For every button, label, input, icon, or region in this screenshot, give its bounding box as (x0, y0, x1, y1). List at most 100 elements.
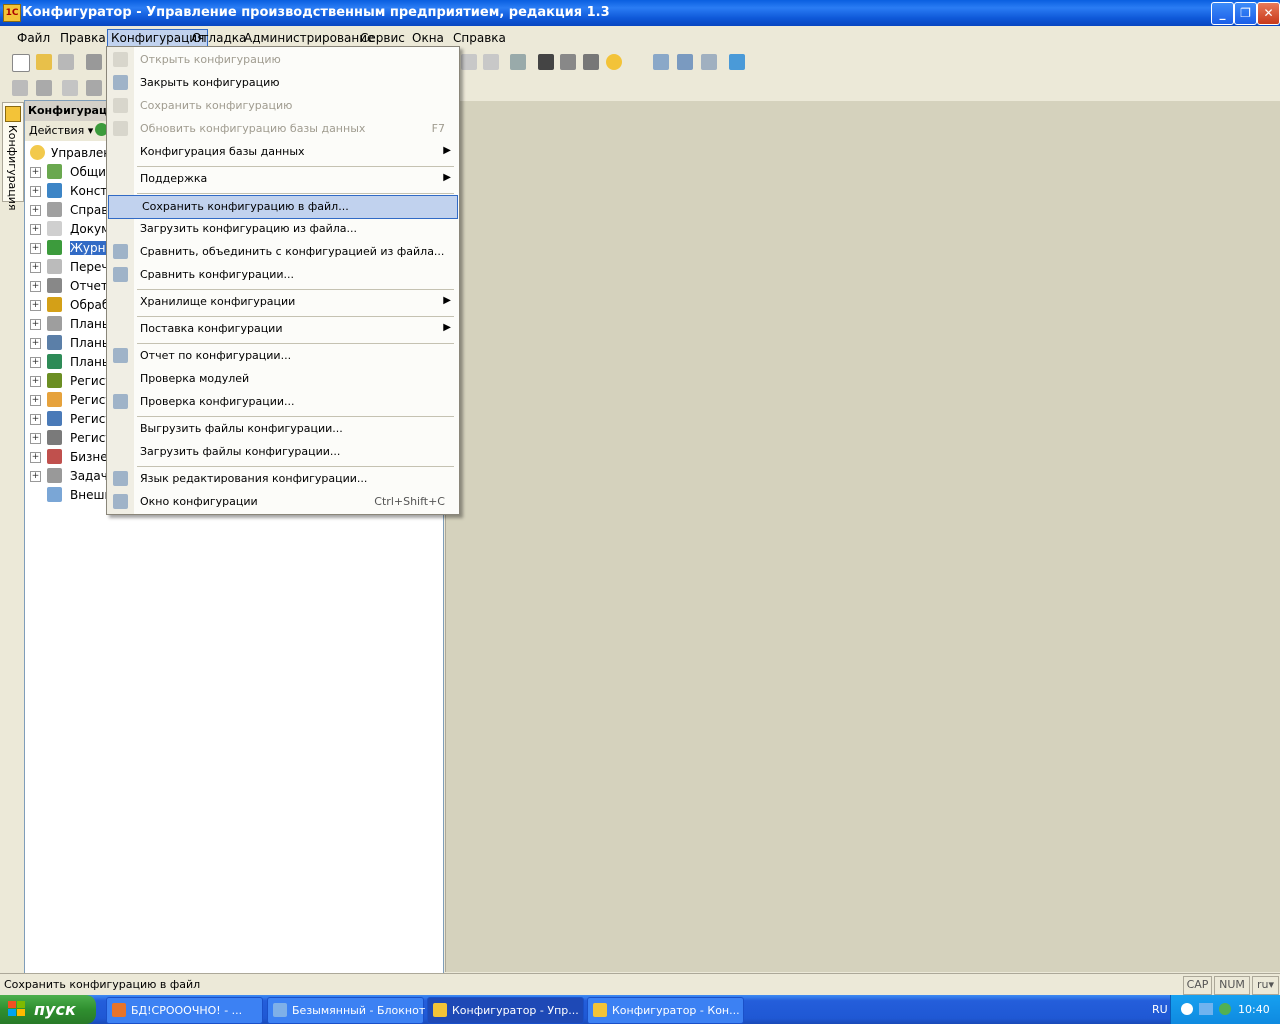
tree-node-icon (47, 335, 62, 350)
menu-option[interactable]: Закрыть конфигурацию (107, 72, 459, 94)
menu-option[interactable]: Хранилище конфигурации ▶ (107, 291, 459, 313)
menu-item-7[interactable]: Справка (450, 30, 509, 46)
expand-icon[interactable]: + (30, 376, 41, 387)
debug-icon[interactable] (538, 54, 554, 70)
expand-icon[interactable]: + (30, 395, 41, 406)
menu-option-label: Сохранить конфигурацию (140, 99, 293, 112)
undo-icon[interactable] (461, 54, 477, 70)
tree-node-icon (47, 449, 62, 464)
module-icon[interactable] (583, 54, 599, 70)
expand-icon[interactable]: + (30, 471, 41, 482)
save-icon[interactable] (58, 54, 74, 70)
menu-option[interactable]: Обновить конфигурацию базы данных F7 (107, 118, 459, 140)
menu-option[interactable]: Открыть конфигурацию (107, 49, 459, 71)
menu-option[interactable]: Отчет по конфигурации... (107, 345, 459, 367)
expand-icon[interactable]: + (30, 186, 41, 197)
cut-icon[interactable] (86, 54, 102, 70)
expand-icon[interactable]: + (30, 452, 41, 463)
menu-item-0[interactable]: Файл (14, 30, 53, 46)
menu-option-icon (113, 244, 128, 259)
taskbar-button[interactable]: Конфигуратор - Кон... (587, 997, 744, 1024)
menu-option[interactable]: Проверка конфигурации... (107, 391, 459, 413)
menu-option[interactable]: Выгрузить файлы конфигурации... (107, 418, 459, 440)
expand-icon[interactable]: + (30, 262, 41, 273)
actions-menu-button[interactable]: Действия ▾ (29, 124, 93, 137)
menu-option-label: Сохранить конфигурацию в файл... (142, 200, 349, 213)
close-button[interactable]: ✕ (1257, 2, 1280, 25)
menu-option[interactable]: Проверка модулей (107, 368, 459, 390)
maximize-button[interactable]: ❐ (1234, 2, 1257, 25)
menu-option-icon (113, 121, 128, 136)
menu-option[interactable]: Сохранить конфигурацию (107, 95, 459, 117)
menu-option[interactable]: Загрузить конфигурацию из файла... (107, 218, 459, 240)
expand-icon[interactable]: + (30, 224, 41, 235)
expand-icon[interactable]: + (30, 414, 41, 425)
menu-option[interactable]: Окно конфигурации Ctrl+Shift+C (107, 491, 459, 513)
taskbar-button-label: Конфигуратор - Упр... (452, 1004, 579, 1017)
minimize-button[interactable]: _ (1211, 2, 1234, 25)
tree-node-icon (47, 392, 62, 407)
tree-node-icon (47, 430, 62, 445)
taskbar-button[interactable]: Конфигуратор - Упр... (427, 997, 584, 1024)
taskbar-app-icon (433, 1003, 447, 1017)
menu-option-label: Хранилище конфигурации (140, 295, 296, 308)
expand-icon[interactable]: + (30, 205, 41, 216)
menu-item-1[interactable]: Правка (57, 30, 109, 46)
menu-option-icon (113, 494, 128, 509)
start-button[interactable]: пуск (0, 995, 96, 1024)
toolbar-icon-2d[interactable] (86, 80, 102, 96)
clock: 10:40 (1238, 1003, 1270, 1016)
tree-node-icon (47, 354, 62, 369)
update-icon[interactable] (729, 54, 745, 70)
toolbar-icon-2a[interactable] (12, 80, 28, 96)
expand-icon[interactable]: + (30, 357, 41, 368)
menu-option[interactable]: Загрузить файлы конфигурации... (107, 441, 459, 463)
taskbar-button-label: БД!СРОООЧНО! - ... (131, 1004, 243, 1017)
tray-lang[interactable]: RU (1152, 1003, 1168, 1016)
toolbar-icon-2c[interactable] (62, 80, 78, 96)
expand-icon[interactable]: + (30, 319, 41, 330)
taskbar-button[interactable]: Безымянный - Блокнот (267, 997, 426, 1024)
menu-item-6[interactable]: Окна (409, 30, 447, 46)
menu-option-icon (113, 394, 128, 409)
find-icon[interactable] (560, 54, 576, 70)
taskbar-app-icon (593, 1003, 607, 1017)
expand-icon[interactable]: + (30, 281, 41, 292)
expand-icon[interactable]: + (30, 167, 41, 178)
compare-icon[interactable] (653, 54, 669, 70)
expand-icon[interactable]: + (30, 433, 41, 444)
security-icon[interactable] (1219, 1003, 1231, 1015)
tray-arrow-icon[interactable] (1181, 1003, 1193, 1015)
open-folder-icon[interactable] (36, 54, 52, 70)
menu-option-icon (113, 52, 128, 67)
taskbar-button-label: Безымянный - Блокнот (292, 1004, 426, 1017)
menu-option[interactable]: Язык редактирования конфигурации... (107, 468, 459, 490)
menu-option-label: Отчет по конфигурации... (140, 349, 292, 362)
menu-option[interactable]: Поставка конфигурации ▶ (107, 318, 459, 340)
menu-option[interactable]: Сравнить, объединить с конфигурацией из … (107, 241, 459, 263)
expand-icon[interactable]: + (30, 243, 41, 254)
menu-option[interactable]: Поддержка ▶ (107, 168, 459, 190)
menu-item-5[interactable]: Сервис (357, 30, 408, 46)
network-icon[interactable] (1199, 1003, 1213, 1015)
menu-option[interactable]: Сравнить конфигурации... (107, 264, 459, 286)
redo-icon[interactable] (483, 54, 499, 70)
repository-icon[interactable] (701, 54, 717, 70)
config-tab-icon (5, 106, 21, 122)
expand-icon[interactable]: + (30, 338, 41, 349)
merge-icon[interactable] (677, 54, 693, 70)
tree-item-label: Докум (70, 222, 111, 236)
new-file-icon[interactable] (12, 54, 30, 72)
menu-option[interactable]: Сохранить конфигурацию в файл... (108, 195, 458, 219)
info-icon[interactable] (606, 54, 622, 70)
tree-node-icon (47, 164, 62, 179)
toolbar-icon-2b[interactable] (36, 80, 52, 96)
lang-indicator[interactable]: ru▾ (1252, 976, 1279, 995)
window-icon[interactable] (510, 54, 526, 70)
side-tab-configuration[interactable]: Конфигурация (2, 102, 24, 211)
taskbar-button[interactable]: БД!СРОООЧНО! - ... (106, 997, 263, 1024)
menu-option-label: Окно конфигурации (140, 495, 258, 508)
tree-node-icon (47, 259, 62, 274)
menu-option[interactable]: Конфигурация базы данных ▶ (107, 141, 459, 163)
expand-icon[interactable]: + (30, 300, 41, 311)
